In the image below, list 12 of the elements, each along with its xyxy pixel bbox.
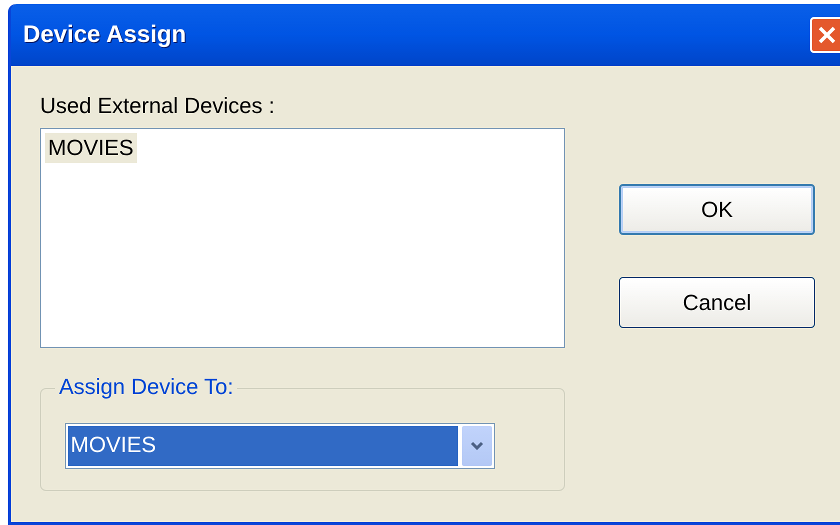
device-list[interactable]: MOVIES (40, 128, 565, 348)
dialog-button[interactable]: Cancel (619, 277, 815, 328)
close-button[interactable] (810, 17, 840, 53)
list-item[interactable]: MOVIES (45, 133, 137, 163)
dialog-button[interactable]: OK (619, 184, 815, 235)
dropdown-button[interactable] (462, 426, 492, 466)
window-title: Device Assign (23, 20, 186, 50)
chevron-down-icon (470, 441, 484, 451)
list-label: Used External Devices : (40, 92, 276, 120)
close-icon (817, 25, 837, 45)
dropdown-value: MOVIES (68, 426, 458, 466)
device-dropdown[interactable]: MOVIES (64, 423, 494, 469)
